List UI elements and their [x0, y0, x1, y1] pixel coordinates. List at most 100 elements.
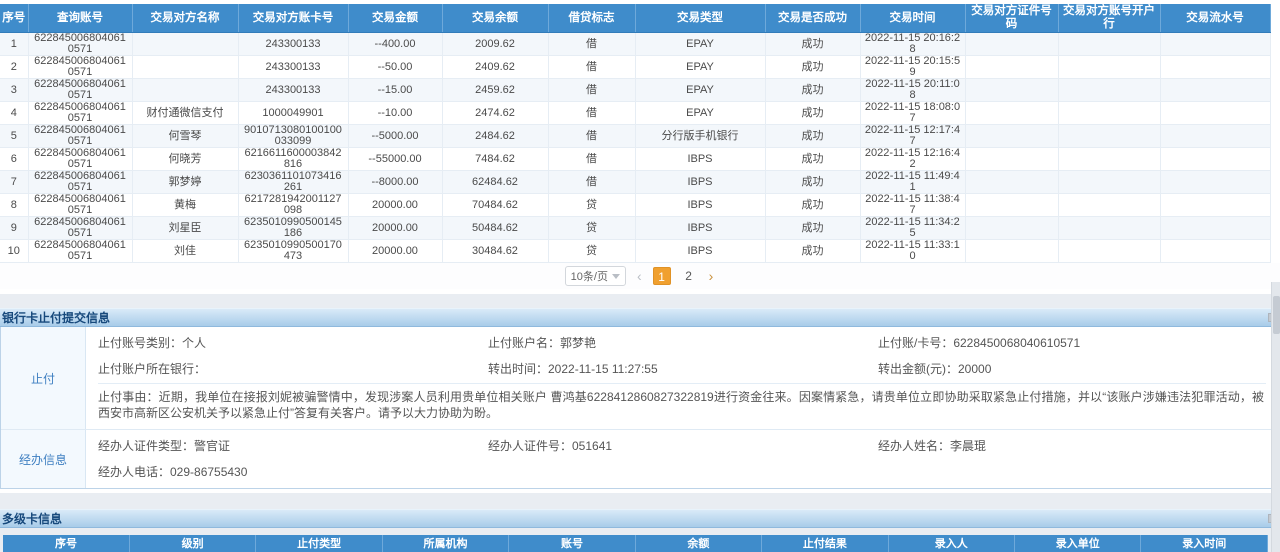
cell-account: 6228450068040610571 — [28, 56, 132, 79]
cell-success: 成功 — [765, 33, 860, 56]
section-title: 多级卡信息 — [0, 510, 62, 527]
operator-info-row-label: 经办信息 — [1, 430, 86, 488]
transaction-row[interactable]: 16228450068040610571243300133--400.00200… — [0, 33, 1270, 56]
cell-success: 成功 — [765, 56, 860, 79]
transaction-row[interactable]: 56228450068040610571何雪琴90107130801001000… — [0, 125, 1270, 148]
cell-amount: 20000.00 — [348, 217, 442, 240]
scrollbar-thumb[interactable] — [1273, 296, 1280, 334]
cell-type: IBPS — [635, 240, 765, 263]
cell-cert — [965, 148, 1058, 171]
cell-cert — [965, 33, 1058, 56]
cell-time: 2022-11-15 20:16:28 — [860, 33, 965, 56]
cell-type: IBPS — [635, 171, 765, 194]
cell-flag: 借 — [548, 102, 635, 125]
operator-info-row: 经办信息 经办人证件类型：警官证经办人证件号：051641经办人姓名：李晨琨经办… — [1, 430, 1278, 488]
column-header: 交易对方账号开户行 — [1058, 4, 1160, 33]
cell-balance: 50484.62 — [442, 217, 548, 240]
field-item: 转出时间：2022-11-15 11:27:55 — [488, 360, 878, 377]
next-page-button[interactable]: › — [707, 267, 716, 285]
cell-bank — [1058, 240, 1160, 263]
field-item: 经办人证件类型：警官证 — [98, 437, 488, 454]
transaction-row[interactable]: 96228450068040610571刘星臣62350109905001451… — [0, 217, 1270, 240]
stop-payment-fields: 止付账号类别：个人止付账户名：郭梦艳止付账/卡号：622845006804061… — [98, 329, 1266, 381]
cell-balance: 2009.62 — [442, 33, 548, 56]
transaction-row[interactable]: 26228450068040610571243300133--50.002409… — [0, 56, 1270, 79]
prev-page-button[interactable]: ‹ — [635, 267, 644, 285]
cell-cert — [965, 102, 1058, 125]
stop-reason-text: 止付事由：近期，我单位在接报刘妮被骗警情中，发现涉案人员利用贵单位相关账户 曹鸿… — [98, 383, 1266, 425]
column-header: 录入时间 — [1141, 535, 1268, 552]
cell-time: 2022-11-15 11:33:10 — [860, 240, 965, 263]
cell-cert — [965, 56, 1058, 79]
cell-type: 分行版手机银行 — [635, 125, 765, 148]
cell-cert — [965, 125, 1058, 148]
cell-amount: --5000.00 — [348, 125, 442, 148]
field-row: 经办人证件类型：警官证经办人证件号：051641经办人姓名：李晨琨 — [98, 432, 1266, 458]
transaction-row[interactable]: 46228450068040610571财付通微信支付1000049901--1… — [0, 102, 1270, 125]
cell-name: 财付通微信支付 — [132, 102, 238, 125]
field-item: 经办人姓名：李晨琨 — [878, 437, 1266, 454]
stop-payment-section-header: 银行卡止付提交信息 — [0, 308, 1280, 327]
transaction-row[interactable]: 66228450068040610571何晓芳62166116000038428… — [0, 148, 1270, 171]
cell-balance: 2459.62 — [442, 79, 548, 102]
cell-success: 成功 — [765, 148, 860, 171]
vertical-scrollbar[interactable] — [1271, 282, 1280, 552]
cell-serial — [1160, 102, 1270, 125]
cell-amount: 20000.00 — [348, 240, 442, 263]
cell-bank — [1058, 171, 1160, 194]
field-item: 止付账户所在银行： — [98, 360, 488, 377]
cell-account: 6228450068040610571 — [28, 194, 132, 217]
stop-payment-row-label: 止付 — [1, 327, 86, 429]
cell-seq: 3 — [0, 79, 28, 102]
stop-payment-panel: 止付 止付账号类别：个人止付账户名：郭梦艳止付账/卡号：622845006804… — [0, 327, 1279, 489]
cell-type: EPAY — [635, 56, 765, 79]
cell-account: 6228450068040610571 — [28, 125, 132, 148]
cell-seq: 7 — [0, 171, 28, 194]
transactions-table: 序号查询账号交易对方名称交易对方账卡号交易金额交易余额借贷标志交易类型交易是否成… — [0, 4, 1271, 263]
cell-account: 6228450068040610571 — [28, 33, 132, 56]
cell-balance: 7484.62 — [442, 148, 548, 171]
column-header: 账号 — [509, 535, 635, 552]
transaction-row[interactable]: 36228450068040610571243300133--15.002459… — [0, 79, 1270, 102]
transaction-row[interactable]: 76228450068040610571郭梦婷62303611010734162… — [0, 171, 1270, 194]
column-header: 查询账号 — [28, 4, 132, 33]
cell-bank — [1058, 125, 1160, 148]
transaction-results-area: 序号查询账号交易对方名称交易对方账卡号交易金额交易余额借贷标志交易类型交易是否成… — [0, 0, 1280, 294]
column-header: 级别 — [129, 535, 255, 552]
multi-card-header-row: 序号级别止付类型所属机构账号余额止付结果录入人录入单位录入时间 — [3, 535, 1268, 552]
cell-name — [132, 33, 238, 56]
cell-amount: --400.00 — [348, 33, 442, 56]
transaction-row[interactable]: 106228450068040610571刘佳62350109905001704… — [0, 240, 1270, 263]
cell-balance: 30484.62 — [442, 240, 548, 263]
page-number-button[interactable]: 2 — [680, 267, 698, 285]
cell-bank — [1058, 33, 1160, 56]
cell-bank — [1058, 56, 1160, 79]
column-header: 止付结果 — [762, 535, 888, 552]
field-row: 止付账户所在银行：转出时间：2022-11-15 11:27:55转出金额(元)… — [98, 355, 1266, 381]
page-number-button[interactable]: 1 — [653, 267, 671, 285]
column-header: 余额 — [635, 535, 761, 552]
column-header: 序号 — [0, 4, 28, 33]
page-size-select[interactable]: 10条/页 — [565, 266, 626, 286]
column-header: 止付类型 — [256, 535, 382, 552]
cell-bank — [1058, 194, 1160, 217]
cell-balance: 2409.62 — [442, 56, 548, 79]
field-item: 转出金额(元)：20000 — [878, 360, 1266, 377]
cell-serial — [1160, 240, 1270, 263]
cell-account: 6228450068040610571 — [28, 171, 132, 194]
cell-serial — [1160, 171, 1270, 194]
cell-card: 6230361101073416261 — [238, 171, 348, 194]
cell-amount: --55000.00 — [348, 148, 442, 171]
cell-seq: 5 — [0, 125, 28, 148]
cell-seq: 2 — [0, 56, 28, 79]
cell-amount: --50.00 — [348, 56, 442, 79]
column-header: 交易对方证件号码 — [965, 4, 1058, 33]
cell-serial — [1160, 125, 1270, 148]
transaction-row[interactable]: 86228450068040610571黄梅621728194200112709… — [0, 194, 1270, 217]
cell-amount: --10.00 — [348, 102, 442, 125]
transactions-body: 16228450068040610571243300133--400.00200… — [0, 33, 1270, 263]
cell-amount: --8000.00 — [348, 171, 442, 194]
cell-type: IBPS — [635, 148, 765, 171]
cell-serial — [1160, 79, 1270, 102]
column-header: 录入人 — [888, 535, 1014, 552]
